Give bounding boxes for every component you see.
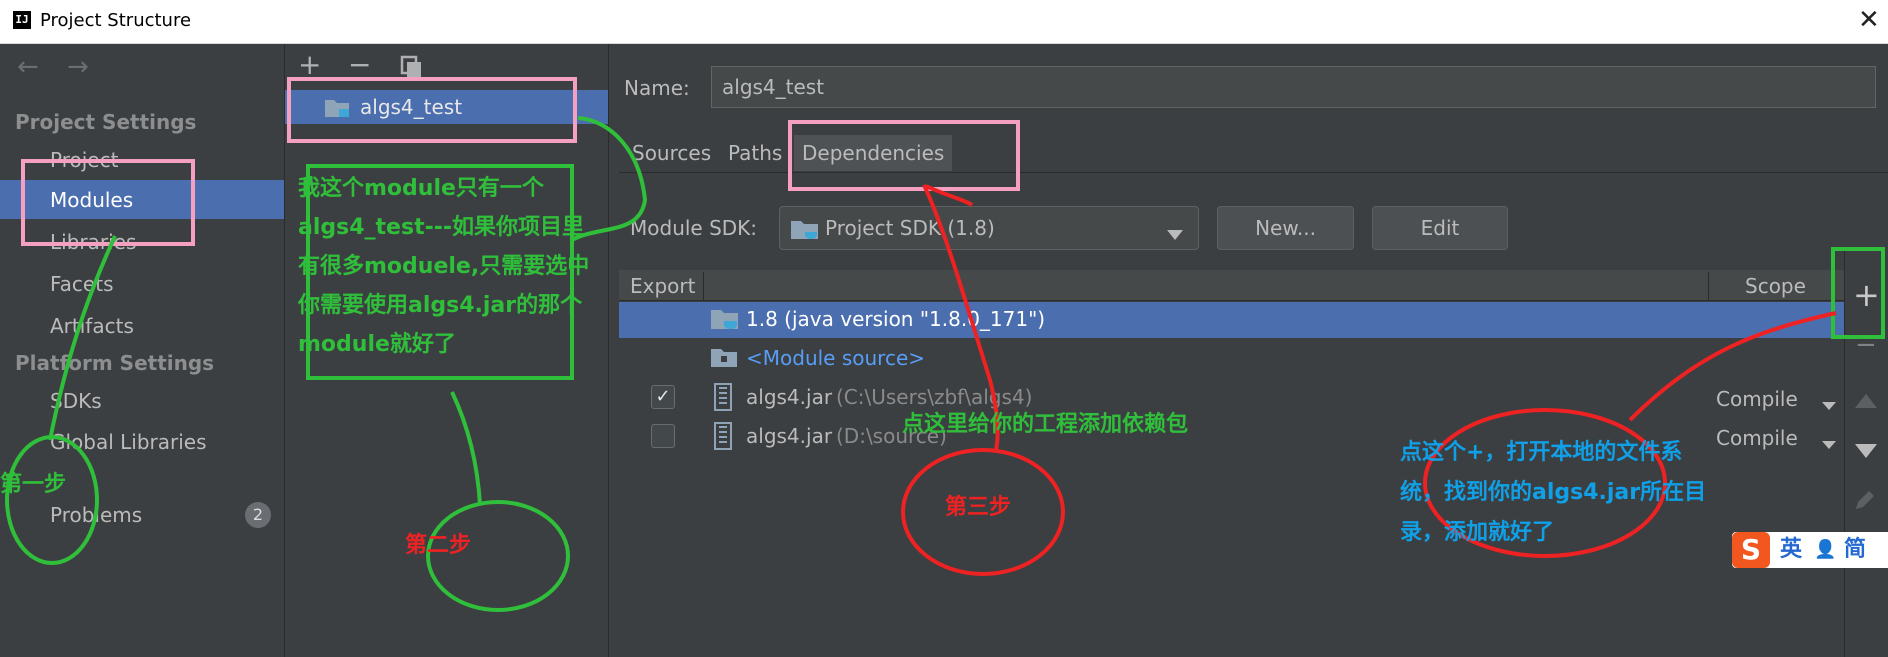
annotation-text: algs4_test---如果你项目里	[298, 215, 584, 240]
annotation-text: 我这个module只有一个	[298, 176, 544, 201]
ime-toolbar[interactable]: S 英 👤 简	[1732, 532, 1888, 568]
connector-line	[48, 235, 117, 441]
ime-language-toggle[interactable]: 英	[1780, 532, 1802, 568]
annotation-text: 统，找到你的algs4.jar所在目	[1400, 480, 1707, 505]
connector-line	[1628, 311, 1837, 422]
connector-line	[450, 391, 482, 506]
highlight-box-dependencies-tab	[788, 120, 1020, 191]
annotation-text: 有很多moduele,只需要选中	[298, 254, 590, 279]
ime-mode-toggle[interactable]: 简	[1844, 532, 1866, 568]
step1-label: 第一步	[0, 472, 67, 497]
annotation-text: 你需要使用algs4.jar的那个	[298, 293, 583, 318]
step3-label: 第三步	[945, 495, 1012, 520]
annotation-text: 录，添加就好了	[1400, 520, 1555, 545]
annotation-overlay	[5, 77, 1885, 612]
sogou-logo-icon: S	[1732, 532, 1770, 568]
highlight-box-modules	[21, 159, 195, 246]
annotation-text: module就好了	[298, 332, 456, 357]
annotation-text: 点这个+，打开本地的文件系	[1400, 440, 1683, 465]
step2-label: 第二步	[405, 533, 472, 558]
ime-user-icon[interactable]: 👤	[1814, 532, 1836, 568]
highlight-box-add	[1831, 247, 1885, 339]
highlight-box-module-item	[287, 77, 577, 143]
deps-note-label: 点这里给你的工程添加依赖包	[902, 412, 1189, 437]
